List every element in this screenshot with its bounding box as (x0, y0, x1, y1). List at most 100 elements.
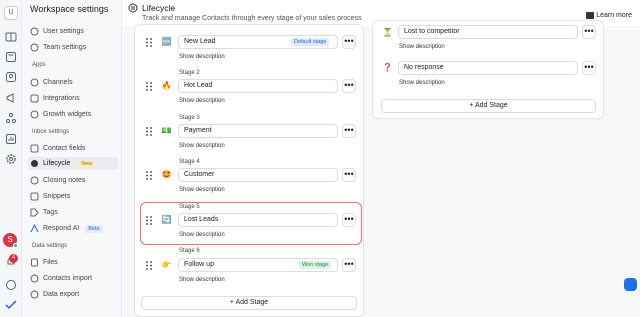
show-description-link[interactable]: Show description (179, 277, 225, 283)
sidebar-item-integrations[interactable]: Integrations (28, 92, 118, 105)
stage-emoji-picker[interactable]: 🤩 (160, 168, 173, 181)
stage-more-button[interactable]: ••• (342, 124, 356, 138)
online-status-dot (13, 243, 18, 248)
stage-name-input[interactable]: Payment (178, 124, 338, 138)
default-stage-badge: Default stage (291, 38, 330, 46)
sidebar-item-growth-widgets[interactable]: Growth widgets (28, 108, 118, 121)
workflows-icon[interactable] (5, 112, 17, 124)
page-title: Lifecycle (142, 3, 176, 13)
sidebar-item-channels[interactable]: Channels (28, 76, 118, 89)
stage-number-label: Stage 6 (179, 248, 200, 254)
sidebar-item-label: Lifecycle (43, 160, 71, 167)
sidebar-item-label: Files (43, 259, 58, 266)
stage-more-button[interactable]: ••• (342, 168, 356, 182)
sidebar-item-label: Integrations (43, 95, 80, 102)
sidebar-item-label: Contacts import (43, 275, 93, 282)
show-description-link[interactable]: Show description (179, 232, 225, 238)
stage-emoji-picker[interactable]: ⏳ (381, 26, 394, 39)
sidebar-item-label: Respond AI (43, 225, 80, 232)
sidebar-item-label: User settings (43, 28, 84, 35)
sidebar-item-respond-ai[interactable]: Respond AI Beta (28, 222, 118, 235)
show-description-link[interactable]: Show description (179, 143, 225, 149)
stage-number-label: Stage 3 (179, 115, 200, 121)
sidebar-item-team-settings[interactable]: Team settings (28, 41, 118, 54)
sidebar-item-label: Growth widgets (43, 111, 92, 118)
stage-more-button[interactable]: ••• (342, 213, 356, 227)
sidebar-item-contact-fields[interactable]: Contact fields (28, 142, 118, 155)
learn-more-link[interactable]: Learn more (586, 12, 632, 19)
data-section-label: Data settings (32, 243, 68, 249)
sidebar-item-label: Closing notes (43, 177, 86, 184)
stage-emoji-picker[interactable]: 👉 (160, 258, 173, 271)
files-icon (30, 258, 39, 267)
inbox-icon[interactable] (5, 31, 17, 43)
stage-emoji-picker[interactable]: 🔄 (160, 213, 173, 226)
stage-more-button[interactable]: ••• (582, 61, 596, 75)
beta-badge: Beta (85, 224, 103, 233)
inbox-section-label: Inbox settings (32, 129, 70, 135)
stage-emoji-picker[interactable]: 🔥 (160, 79, 173, 92)
add-stage-label: Add Stage (474, 102, 508, 109)
stage-emoji-picker[interactable]: 💵 (160, 124, 173, 137)
channels-icon (30, 78, 39, 87)
sidebar-item-data-export[interactable]: Data export (28, 288, 118, 301)
show-description-link[interactable]: Show description (179, 187, 225, 193)
show-description-link[interactable]: Show description (179, 98, 225, 104)
book-icon (586, 12, 595, 19)
respond-logo-icon (5, 299, 17, 311)
sidebar-item-snippets[interactable]: Snippets (28, 190, 118, 203)
stage-name-input[interactable]: Customer (178, 168, 338, 182)
stage-more-button[interactable]: ••• (342, 258, 356, 272)
drag-handle-icon[interactable] (146, 127, 152, 136)
settings-gear-icon[interactable] (5, 153, 17, 165)
ai-icon (30, 224, 39, 233)
reports-icon[interactable] (5, 133, 17, 145)
sidebar-item-tags[interactable]: Tags (28, 206, 118, 219)
stage-name-input[interactable]: No response (398, 61, 578, 75)
integrations-icon (30, 94, 39, 103)
stage-emoji-picker[interactable]: ❓ (381, 61, 394, 74)
drag-handle-icon[interactable] (146, 38, 152, 47)
stage-number-label: Stage 4 (179, 159, 200, 165)
lifecycle-icon (30, 159, 39, 168)
help-icon[interactable] (5, 279, 17, 291)
sidebar-item-label: Team settings (43, 44, 87, 51)
stage-more-button[interactable]: ••• (342, 35, 356, 49)
sidebar-item-label: Data export (43, 291, 80, 298)
dashboard-icon[interactable] (5, 51, 17, 63)
workspace-avatar[interactable]: U (4, 6, 18, 20)
sidebar-item-closing-notes[interactable]: Closing notes (28, 174, 118, 187)
stage-more-button[interactable]: ••• (342, 79, 356, 93)
widget-icon (30, 110, 39, 119)
sidebar-item-label: Channels (43, 79, 73, 86)
show-description-link[interactable]: Show description (399, 80, 445, 86)
chat-widget-icon[interactable] (624, 278, 637, 291)
drag-handle-icon[interactable] (146, 171, 152, 180)
show-description-link[interactable]: Show description (399, 44, 445, 50)
add-stage-button[interactable]: + Add Stage (141, 296, 357, 310)
drag-handle-icon[interactable] (146, 261, 152, 270)
show-description-link[interactable]: Show description (179, 54, 225, 60)
add-stage-label: Add Stage (235, 299, 269, 306)
add-lost-stage-button[interactable]: + Add Stage (381, 99, 596, 113)
stage-name-input[interactable]: Lost Leads (178, 213, 338, 227)
sidebar-item-contacts-import[interactable]: Contacts import (28, 272, 118, 285)
icon-rail: U S 4 (0, 0, 22, 317)
closing-notes-icon (30, 176, 39, 185)
settings-sidebar: Workspace settings User settings Team se… (22, 0, 122, 317)
stage-name-input[interactable]: Hot Lead (178, 79, 338, 93)
sidebar-item-files[interactable]: Files (28, 256, 118, 269)
lifecycle-header-icon (128, 3, 138, 13)
drag-handle-icon[interactable] (146, 216, 152, 225)
tag-icon (30, 208, 39, 217)
won-stage-badge: Won stage (299, 261, 332, 269)
drag-handle-icon[interactable] (146, 82, 152, 91)
sidebar-item-user-settings[interactable]: User settings (28, 25, 118, 38)
stage-more-button[interactable]: ••• (582, 25, 596, 39)
contacts-icon[interactable] (5, 71, 17, 83)
stage-emoji-picker[interactable]: 🆕 (160, 35, 173, 48)
sidebar-item-lifecycle[interactable]: Lifecycle New (28, 157, 118, 170)
broadcast-icon[interactable] (5, 92, 17, 104)
import-icon (30, 274, 39, 283)
stage-name-input[interactable]: Lost to competitor (398, 25, 578, 39)
